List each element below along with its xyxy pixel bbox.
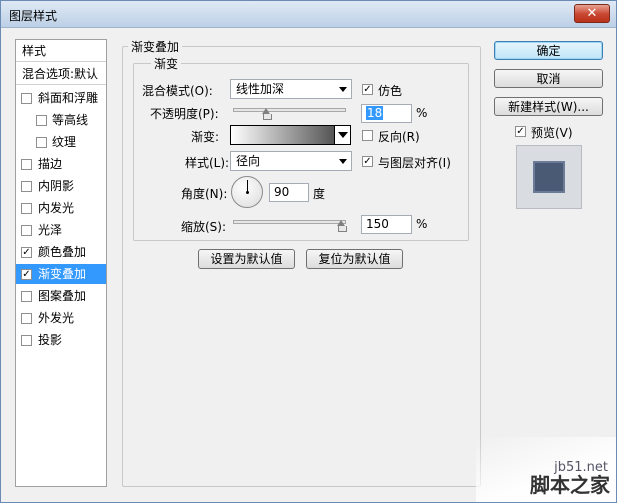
opacity-percent: % [416, 106, 428, 120]
style-item-label: 投影 [38, 333, 63, 347]
style-item-contour[interactable]: 等高线 [16, 110, 106, 130]
gradient-subgroup-title: 渐变 [151, 55, 182, 72]
style-preview [516, 145, 582, 209]
angle-value: 90 [274, 185, 290, 199]
blend-mode-label: 混合模式(O): [142, 84, 213, 98]
scale-value: 150 [366, 217, 389, 231]
gradient-picker-button[interactable] [334, 125, 351, 145]
style-item-label: 光泽 [38, 223, 63, 237]
style-item-label: 描边 [38, 157, 63, 171]
blend-mode-value: 线性加深 [236, 82, 285, 96]
style-item-inner-shadow[interactable]: 内阴影 [16, 176, 106, 196]
style-item-label: 图案叠加 [38, 289, 87, 303]
style-item-satin[interactable]: 光泽 [16, 220, 106, 240]
cancel-button[interactable]: 取消 [494, 69, 603, 88]
opacity-value: 18 [366, 106, 384, 120]
gradient-style-select[interactable]: 径向 [230, 151, 352, 171]
preview-swatch [533, 161, 565, 193]
ok-button[interactable]: 确定 [494, 41, 603, 60]
new-style-button[interactable]: 新建样式(W)... [494, 97, 603, 116]
style-label: 样式(L): [185, 156, 230, 170]
inner-glow-checkbox[interactable] [21, 203, 32, 214]
gradient-swatch[interactable] [230, 125, 335, 145]
gradient-label: 渐变: [191, 130, 220, 144]
set-default-button[interactable]: 设置为默认值 [198, 249, 295, 269]
preview-checkbox[interactable]: ✓ [515, 126, 526, 137]
gradient-style-value: 径向 [236, 154, 261, 168]
window-title: 图层样式 [9, 9, 58, 23]
angle-input[interactable]: 90 [269, 183, 309, 202]
pattern-overlay-checkbox[interactable] [21, 291, 32, 302]
chevron-down-icon [339, 87, 347, 92]
style-item-inner-glow[interactable]: 内发光 [16, 198, 106, 218]
style-item-label: 纹理 [52, 135, 77, 149]
style-item-outer-glow[interactable]: 外发光 [16, 308, 106, 328]
drop-shadow-checkbox[interactable] [21, 335, 32, 346]
opacity-input[interactable]: 18 [361, 104, 412, 123]
dither-label: 仿色 [378, 84, 403, 98]
layer-style-dialog: 图层样式 ✕ 样式 混合选项:默认 斜面和浮雕 等高线 纹理 描边 内阴影 内发… [0, 0, 617, 503]
styles-list: 样式 混合选项:默认 斜面和浮雕 等高线 纹理 描边 内阴影 内发光 光泽 ✓ … [15, 39, 107, 487]
title-bar[interactable]: 图层样式 ✕ [1, 1, 616, 28]
outer-glow-checkbox[interactable] [21, 313, 32, 324]
opacity-label: 不透明度(P): [150, 107, 219, 121]
style-item-label: 外发光 [38, 311, 75, 325]
reset-default-button[interactable]: 复位为默认值 [306, 249, 403, 269]
angle-label: 角度(N): [181, 187, 228, 201]
align-with-layer-checkbox[interactable]: ✓ [362, 156, 373, 167]
style-item-label: 渐变叠加 [38, 267, 87, 281]
style-item-gradient-overlay[interactable]: ✓ 渐变叠加 [16, 264, 106, 284]
angle-center [246, 191, 249, 194]
scale-percent: % [416, 217, 428, 231]
stroke-checkbox[interactable] [21, 159, 32, 170]
chevron-down-icon [339, 159, 347, 164]
style-item-stroke[interactable]: 描边 [16, 154, 106, 174]
opacity-slider-thumb[interactable] [261, 108, 272, 120]
scale-slider-thumb[interactable] [337, 220, 347, 232]
chevron-down-icon [338, 132, 348, 138]
angle-dial[interactable] [231, 176, 263, 208]
inner-shadow-checkbox[interactable] [21, 181, 32, 192]
blend-mode-select[interactable]: 线性加深 [230, 79, 352, 99]
blend-options-item[interactable]: 混合选项:默认 [16, 63, 106, 85]
scale-slider-track[interactable] [233, 220, 346, 224]
align-with-layer-label: 与图层对齐(I) [378, 156, 451, 170]
dither-checkbox[interactable]: ✓ [362, 84, 373, 95]
style-item-drop-shadow[interactable]: 投影 [16, 330, 106, 350]
style-item-pattern-overlay[interactable]: 图案叠加 [16, 286, 106, 306]
scale-input[interactable]: 150 [361, 215, 412, 234]
style-item-label: 斜面和浮雕 [38, 91, 99, 105]
gradient-overlay-title: 渐变叠加 [128, 38, 183, 55]
style-item-label: 颜色叠加 [38, 245, 87, 259]
style-item-label: 等高线 [52, 113, 89, 127]
texture-checkbox[interactable] [36, 137, 47, 148]
style-item-label: 内阴影 [38, 179, 75, 193]
contour-checkbox[interactable] [36, 115, 47, 126]
reverse-label: 反向(R) [378, 130, 420, 144]
angle-unit: 度 [313, 187, 326, 201]
gradient-overlay-checkbox[interactable]: ✓ [21, 269, 32, 280]
opacity-slider-track[interactable] [233, 108, 346, 112]
satin-checkbox[interactable] [21, 225, 32, 236]
bevel-emboss-checkbox[interactable] [21, 93, 32, 104]
style-item-color-overlay[interactable]: ✓ 颜色叠加 [16, 242, 106, 262]
style-item-bevel-emboss[interactable]: 斜面和浮雕 [16, 88, 106, 108]
close-icon[interactable]: ✕ [574, 4, 610, 23]
style-item-texture[interactable]: 纹理 [16, 132, 106, 152]
preview-label: 预览(V) [531, 126, 573, 140]
reverse-checkbox[interactable] [362, 130, 373, 141]
scale-label: 缩放(S): [181, 220, 227, 234]
style-item-label: 内发光 [38, 201, 75, 215]
color-overlay-checkbox[interactable]: ✓ [21, 247, 32, 258]
watermark-logo: 脚本之家 [530, 473, 610, 497]
styles-header[interactable]: 样式 [16, 40, 106, 62]
